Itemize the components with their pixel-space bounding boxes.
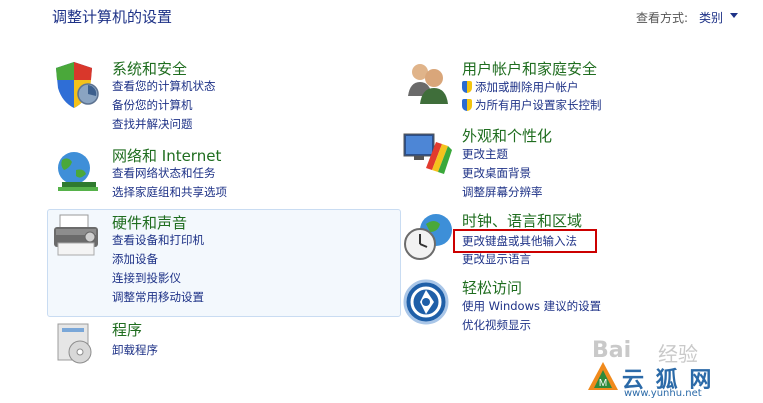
link-troubleshoot[interactable]: 查找并解决问题	[112, 115, 193, 133]
category-ease-of-access[interactable]: 轻松访问	[462, 277, 522, 298]
link-uninstall-program[interactable]: 卸载程序	[112, 341, 158, 359]
svg-text:M: M	[599, 378, 607, 389]
link-network-status[interactable]: 查看网络状态和任务	[112, 164, 216, 182]
category-user-accounts[interactable]: 用户帐户和家庭安全	[462, 58, 597, 79]
page-title: 调整计算机的设置	[52, 8, 173, 26]
users-icon[interactable]	[402, 58, 454, 106]
programs-icon[interactable]	[50, 320, 102, 366]
link-backup-computer[interactable]: 备份您的计算机	[112, 96, 193, 114]
category-network-internet[interactable]: 网络和 Internet	[112, 145, 221, 166]
link-desktop-background[interactable]: 更改桌面背景	[462, 164, 531, 182]
link-connect-projector[interactable]: 连接到投影仪	[112, 269, 181, 287]
link-view-computer-status[interactable]: 查看您的计算机状态	[112, 77, 216, 95]
link-optimize-video-display[interactable]: 优化视频显示	[462, 316, 531, 334]
link-devices-printers[interactable]: 查看设备和打印机	[112, 231, 204, 249]
link-homegroup-sharing[interactable]: 选择家庭组和共享选项	[112, 183, 227, 201]
link-windows-recommended-settings[interactable]: 使用 Windows 建议的设置	[462, 297, 601, 315]
link-mobility-settings[interactable]: 调整常用移动设置	[112, 288, 204, 306]
appearance-icon[interactable]	[402, 128, 454, 176]
category-hardware-sound[interactable]: 硬件和声音	[112, 212, 187, 233]
uac-shield-icon	[462, 99, 472, 111]
link-label: 添加或删除用户帐户	[475, 80, 579, 94]
shield-icon[interactable]	[50, 58, 102, 110]
view-by-label: 查看方式:	[636, 11, 689, 25]
link-label: 为所有用户设置家长控制	[475, 98, 602, 112]
network-globe-icon[interactable]	[50, 146, 102, 194]
link-parental-controls[interactable]: 为所有用户设置家长控制	[462, 96, 602, 114]
link-screen-resolution[interactable]: 调整屏幕分辨率	[462, 183, 543, 201]
category-programs[interactable]: 程序	[112, 319, 142, 340]
chevron-down-icon[interactable]	[730, 13, 738, 18]
clock-globe-icon[interactable]	[402, 210, 456, 262]
view-by-dropdown[interactable]: 类别	[699, 9, 723, 26]
yunhu-logo-icon: M	[588, 362, 618, 390]
annotation-highlight-box	[453, 229, 597, 253]
uac-shield-icon	[462, 81, 472, 93]
category-appearance[interactable]: 外观和个性化	[462, 125, 552, 146]
category-system-security[interactable]: 系统和安全	[112, 58, 187, 79]
link-change-theme[interactable]: 更改主题	[462, 145, 508, 163]
category-clock-language-region[interactable]: 时钟、语言和区域	[462, 210, 582, 231]
ease-of-access-icon[interactable]	[402, 278, 454, 328]
link-add-device[interactable]: 添加设备	[112, 250, 158, 268]
link-add-remove-accounts[interactable]: 添加或删除用户帐户	[462, 78, 579, 96]
printer-icon[interactable]	[50, 213, 102, 259]
yunhu-site-url: www.yunhu.net	[624, 388, 702, 399]
